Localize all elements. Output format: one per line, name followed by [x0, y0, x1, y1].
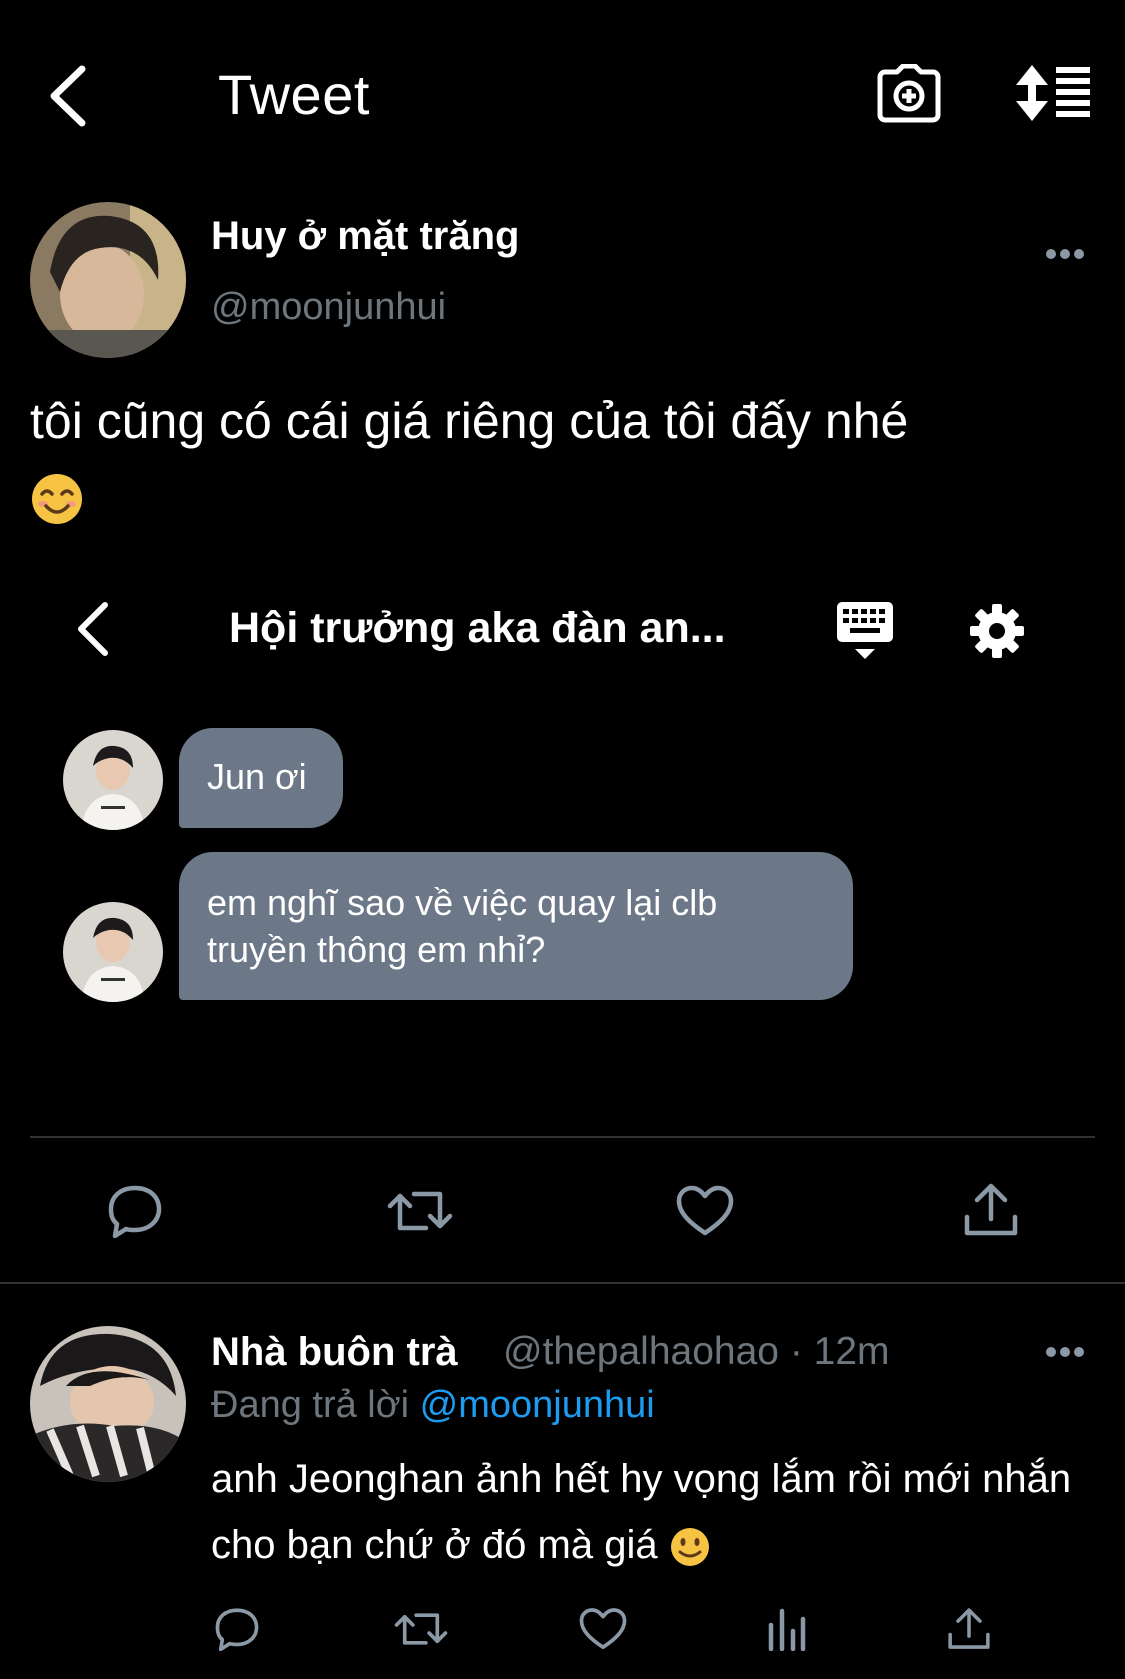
smiling-face-emoji-icon — [30, 472, 84, 526]
keyboard-icon — [834, 600, 896, 662]
replying-to-label: Đang trả lời — [211, 1384, 410, 1426]
sort-icon[interactable] — [1014, 62, 1092, 124]
more-options-icon[interactable] — [1040, 1334, 1090, 1370]
camera-add-icon[interactable] — [874, 62, 944, 126]
avatar[interactable] — [30, 202, 186, 358]
share-icon[interactable] — [960, 1178, 1022, 1242]
divider — [0, 1282, 1125, 1284]
dm-avatar — [63, 902, 163, 1002]
more-options-icon[interactable] — [1040, 236, 1090, 272]
divider — [30, 1136, 1095, 1138]
tweet-text: tôi cũng có cái giá riêng của tôi đấy nh… — [30, 384, 1100, 532]
page-title: Tweet — [218, 63, 370, 126]
author-handle[interactable]: @moonjunhui — [211, 286, 446, 329]
dm-title: Hội trưởng aka đàn an... — [229, 604, 726, 652]
slightly-smiling-face-emoji-icon — [669, 1526, 711, 1568]
mention-link[interactable]: @moonjunhui — [420, 1384, 655, 1426]
reply-icon[interactable] — [212, 1604, 262, 1654]
message-bubble: em nghĩ sao về việc quay lại clb truyền … — [179, 852, 853, 1000]
settings-gear-icon — [966, 600, 1028, 662]
reply-avatar[interactable] — [30, 1326, 186, 1482]
like-heart-icon[interactable] — [578, 1604, 628, 1654]
share-icon[interactable] — [944, 1604, 994, 1654]
author-name[interactable]: Huy ở mặt trăng — [211, 214, 519, 259]
back-icon[interactable] — [38, 58, 98, 134]
reply-author-name[interactable]: Nhà buôn trà — [211, 1330, 458, 1375]
reply-timestamp: 12m — [813, 1330, 890, 1373]
meta-separator: · — [779, 1330, 814, 1373]
tweet-body: tôi cũng có cái giá riêng của tôi đấy nh… — [30, 393, 909, 449]
analytics-icon[interactable] — [762, 1604, 812, 1654]
like-heart-icon[interactable] — [674, 1180, 736, 1242]
retweet-icon[interactable] — [392, 1604, 450, 1654]
message-bubble: Jun ơi — [179, 728, 343, 828]
reply-icon[interactable] — [104, 1180, 166, 1242]
dm-avatar — [63, 730, 163, 830]
dm-back-icon — [66, 596, 120, 662]
replying-to: Đang trả lời @moonjunhui — [211, 1384, 655, 1427]
retweet-icon[interactable] — [384, 1180, 456, 1242]
reply-body: anh Jeonghan ảnh hết hy vọng lắm rồi mới… — [211, 1457, 1072, 1567]
reply-text: anh Jeonghan ảnh hết hy vọng lắm rồi mới… — [211, 1446, 1091, 1578]
reply-meta: @thepalhaohao · 12m — [503, 1330, 890, 1374]
reply-author-handle[interactable]: @thepalhaohao — [503, 1330, 779, 1373]
